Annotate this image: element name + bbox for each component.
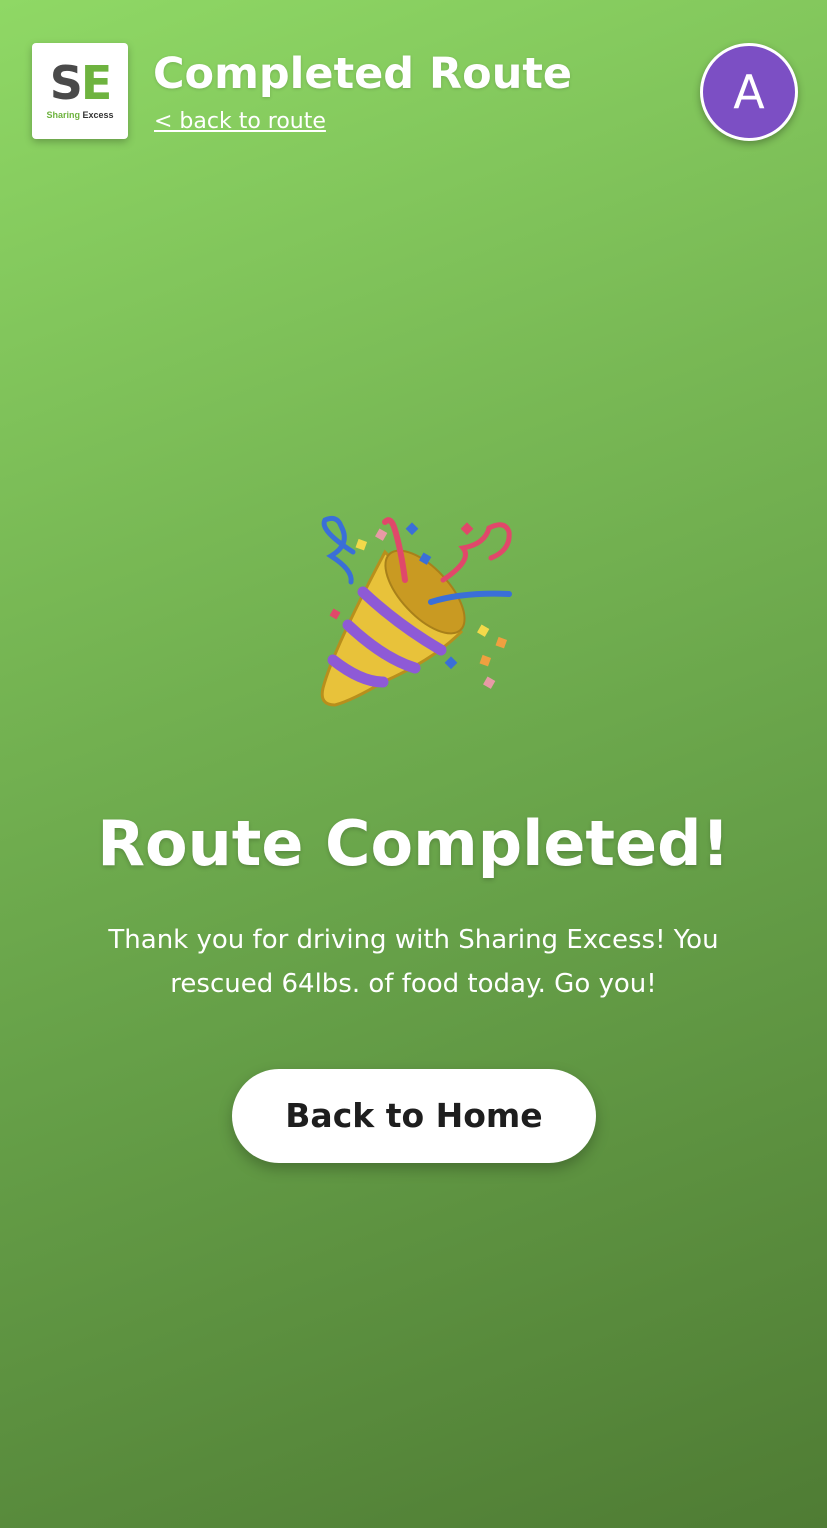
logo-caption-sharing: Sharing [46,110,80,120]
thank-you-message: Thank you for driving with Sharing Exces… [108,925,719,999]
confetti [495,636,508,649]
sharing-excess-logo[interactable]: SE Sharing Excess [32,43,128,139]
confetti [444,656,458,670]
confetti [375,528,388,541]
confetti [477,624,490,637]
logo-letter-s: S [49,56,83,110]
streamer-blue [321,516,356,585]
app-header: SE Sharing Excess Completed Route < back… [0,0,827,160]
route-completed-heading: Route Completed! [97,807,730,880]
back-to-route-link[interactable]: < back to route [154,108,326,136]
logo-monogram: SE [32,57,128,109]
party-popper-icon [320,516,512,707]
confetti [405,522,419,536]
confetti [460,522,474,536]
back-to-home-button[interactable]: Back to Home [232,1069,596,1163]
confetti [483,676,496,689]
logo-caption: Sharing Excess [32,110,128,120]
streamer-pink [440,522,512,583]
user-avatar[interactable]: A [700,43,798,141]
page-title: Completed Route [153,49,573,99]
confetti [329,608,341,620]
logo-letter-e: E [80,56,112,110]
confetti [479,654,492,667]
logo-caption-excess: Excess [82,110,114,120]
confetti [355,538,368,551]
